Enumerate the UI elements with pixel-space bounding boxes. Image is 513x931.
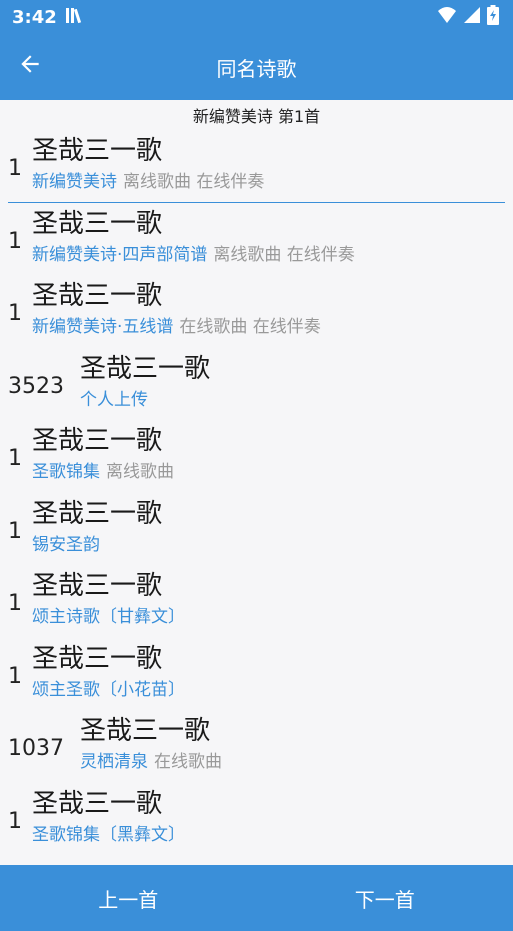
hymn-title: 圣哉三一歌: [32, 426, 163, 456]
list-item[interactable]: 1 圣哉三一歌新编赞美诗·四声部简谱 离线歌曲 在线伴奏: [0, 203, 513, 276]
hymnal-source: 锡安圣韵: [32, 534, 100, 555]
next-hymn-button[interactable]: 下一首: [257, 865, 513, 931]
status-bar: 3:42: [0, 0, 513, 34]
hymnal-source: 新编赞美诗·五线谱: [32, 317, 174, 337]
current-hymn-header: 新编赞美诗 第1首: [192, 107, 321, 126]
hymn-number: 3523: [8, 373, 64, 399]
hymnal-source: 新编赞美诗: [32, 172, 117, 192]
hymn-number: 1: [8, 663, 22, 689]
list-item[interactable]: 1 圣哉三一歌锡安圣韵: [0, 493, 513, 566]
hymn-number: 1: [8, 156, 22, 181]
back-button[interactable]: [12, 48, 48, 84]
battery-charging-icon: [487, 5, 499, 29]
hymnal-source: 颂主诗歌〔甘彝文〕: [32, 607, 185, 627]
hymn-title: 圣哉三一歌: [32, 643, 163, 674]
list-item[interactable]: 1 圣哉三一歌圣歌锦集〔黑彝文〕: [0, 783, 513, 856]
availability-tags: 在线歌曲: [154, 752, 222, 772]
hymn-title: 圣哉三一歌: [32, 136, 163, 166]
hymn-title: 圣哉三一歌: [32, 498, 163, 529]
hymn-title: 圣哉三一歌: [32, 571, 163, 601]
app-bar: 同名诗歌: [0, 34, 513, 100]
hymn-number: 1: [8, 446, 22, 471]
library-notification-icon: [65, 6, 85, 28]
previous-hymn-button[interactable]: 上一首: [0, 865, 257, 931]
list-item[interactable]: 1 圣哉三一歌颂主诗歌〔甘彝文〕: [0, 565, 513, 638]
hymn-number: 1: [8, 808, 22, 834]
hymn-number: 1: [8, 228, 22, 254]
hymnal-source: 新编赞美诗·四声部简谱: [32, 244, 208, 265]
list-item[interactable]: 1 圣哉三一歌新编赞美诗 离线歌曲 在线伴奏: [0, 130, 513, 203]
list-item[interactable]: 3523 圣哉三一歌个人上传: [0, 348, 513, 421]
hymn-title: 圣哉三一歌: [80, 353, 211, 384]
same-name-hymn-list: 1 圣哉三一歌 新编赞美诗 离线歌曲 在线伴奏 1 圣哉三一歌 新编赞美诗·四声部简谱 离线歌…: [0, 130, 513, 865]
hymn-number: 1: [8, 518, 22, 544]
status-time: 3:42: [12, 6, 57, 28]
hymnal-source: 圣歌锦集〔黑彝文〕: [32, 824, 185, 845]
availability-tags: 离线歌曲 在线伴奏: [123, 172, 265, 192]
hymnal-source: 颂主圣歌〔小花苗〕: [32, 679, 185, 700]
hymn-title: 圣哉三一歌: [32, 208, 163, 239]
bottom-navigation: 上一首 下一首: [0, 865, 513, 931]
hymn-title: 圣哉三一歌: [32, 281, 163, 311]
list-item[interactable]: 1037 圣哉三一歌灵栖清泉 在线歌曲: [0, 710, 513, 783]
availability-tags: 在线歌曲 在线伴奏: [179, 317, 321, 337]
availability-tags: 离线歌曲 在线伴奏: [213, 244, 355, 265]
arrow-left-icon: [17, 51, 43, 81]
list-item[interactable]: 1 圣哉三一歌颂主圣歌〔小花苗〕: [0, 638, 513, 711]
list-item[interactable]: 1 圣哉三一歌圣歌锦集 离线歌曲: [0, 420, 513, 493]
hymn-title: 圣哉三一歌: [80, 716, 211, 746]
list-item[interactable]: 1 圣哉三一歌新编赞美诗·五线谱 在线歌曲 在线伴奏: [0, 275, 513, 348]
cell-signal-icon: [463, 6, 481, 28]
wifi-icon: [437, 6, 457, 28]
hymn-number: 1: [8, 591, 22, 616]
hymn-number: 1: [8, 301, 22, 326]
page-title: 同名诗歌: [216, 56, 297, 81]
hymnal-source: 灵栖清泉: [80, 752, 148, 772]
hymn-title: 圣哉三一歌: [32, 788, 163, 819]
availability-tags: 离线歌曲: [106, 462, 174, 482]
hymnal-source: 圣歌锦集: [32, 462, 100, 482]
hymn-number: 1037: [8, 736, 64, 761]
hymnal-source: 个人上传: [80, 389, 148, 410]
